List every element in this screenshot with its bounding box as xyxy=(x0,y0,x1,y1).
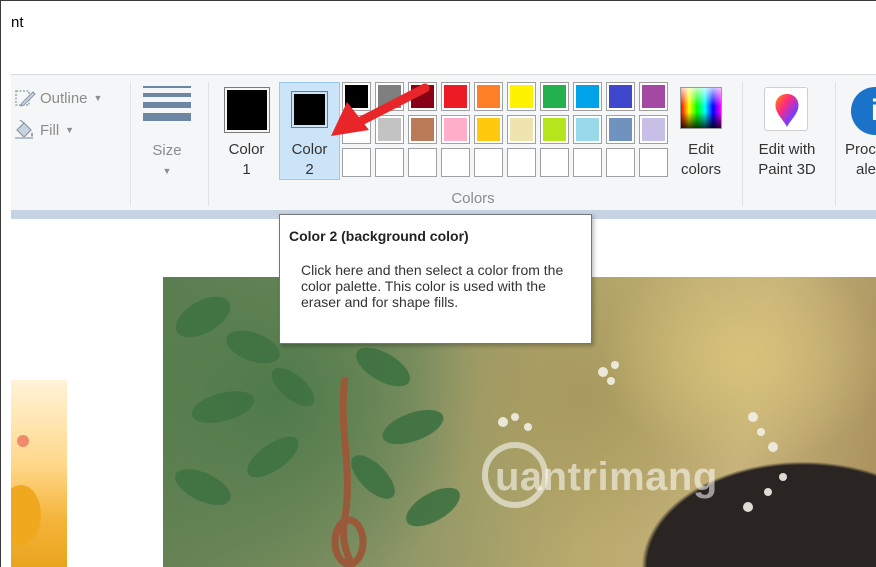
color2-label-line2: 2 xyxy=(305,161,314,178)
palette-swatch[interactable] xyxy=(540,82,569,111)
palette-swatch[interactable] xyxy=(639,148,668,177)
left-image-fragment xyxy=(11,380,67,567)
outline-dropdown-icon: ▼ xyxy=(93,93,103,103)
palette-swatch-fill xyxy=(609,118,632,141)
palette-swatch-fill xyxy=(444,85,467,108)
color1-label-line2: 1 xyxy=(242,161,251,178)
color2-fill xyxy=(294,94,325,125)
outline-label: Outline xyxy=(40,89,88,107)
palette-swatch-fill xyxy=(477,85,500,108)
palette-swatch[interactable] xyxy=(474,148,503,177)
palette-swatch[interactable] xyxy=(507,115,536,144)
palette-swatch[interactable] xyxy=(441,115,470,144)
edit-colors-line1: Edit xyxy=(688,141,714,158)
size-lines-icon xyxy=(143,86,191,126)
separator xyxy=(208,82,209,206)
color1-label-line1: Color xyxy=(228,141,265,158)
separator xyxy=(835,82,836,206)
color1-swatch xyxy=(224,87,270,133)
separator xyxy=(130,82,131,206)
color1-fill xyxy=(227,90,267,130)
palette-swatch-fill xyxy=(543,85,566,108)
color1-button[interactable]: Color 1 xyxy=(219,82,274,180)
size-label: Size xyxy=(152,142,182,159)
paint3d-line1: Edit with xyxy=(758,141,816,158)
palette-swatch[interactable] xyxy=(606,148,635,177)
palette-swatch[interactable] xyxy=(639,115,668,144)
palette-swatch[interactable] xyxy=(573,115,602,144)
palette-swatch[interactable] xyxy=(507,82,536,111)
palette-swatch-fill xyxy=(576,118,599,141)
palette-swatch[interactable] xyxy=(441,82,470,111)
outline-pencil-icon xyxy=(15,90,36,107)
palette-swatch[interactable] xyxy=(573,82,602,111)
palette-swatch[interactable] xyxy=(474,115,503,144)
tooltip-title: Color 2 (background color) xyxy=(289,228,469,244)
product-alert-line2: ale xyxy=(856,161,876,178)
palette-swatch[interactable] xyxy=(342,148,371,177)
watermark-text: uantrimang xyxy=(495,455,718,499)
palette-swatch[interactable] xyxy=(441,148,470,177)
title-bar: nt xyxy=(0,0,876,74)
fill-button[interactable]: Fill ▼ xyxy=(14,120,74,140)
color2-swatch xyxy=(291,91,328,128)
outline-button[interactable]: Outline ▼ xyxy=(14,88,102,108)
palette-swatch-fill xyxy=(543,118,566,141)
edit-colors-line2: colors xyxy=(680,161,721,178)
palette-swatch-fill xyxy=(642,85,665,108)
palette-swatch-fill xyxy=(609,85,632,108)
palette-swatch-fill xyxy=(642,118,665,141)
size-dropdown-icon: ▼ xyxy=(162,166,172,176)
fill-dropdown-icon: ▼ xyxy=(65,125,75,135)
palette-swatch[interactable] xyxy=(540,148,569,177)
palette-swatch[interactable] xyxy=(474,82,503,111)
palette-swatch[interactable] xyxy=(540,115,569,144)
palette-swatch[interactable] xyxy=(408,148,437,177)
palette-swatch[interactable] xyxy=(375,148,404,177)
color-spectrum-icon xyxy=(680,87,722,129)
annotation-arrow-icon xyxy=(331,83,430,136)
separator xyxy=(742,82,743,206)
fill-bucket-icon xyxy=(15,120,33,139)
color2-tooltip: Color 2 (background color) Click here an… xyxy=(279,214,592,344)
palette-swatch[interactable] xyxy=(606,115,635,144)
tooltip-body: Click here and then select a color from … xyxy=(301,262,564,310)
palette-swatch-fill xyxy=(510,85,533,108)
paint3d-line2: Paint 3D xyxy=(758,161,816,178)
paint3d-icon xyxy=(764,87,808,131)
product-alert-line1: Proc xyxy=(845,141,876,158)
palette-swatch[interactable] xyxy=(507,148,536,177)
palette-swatch[interactable] xyxy=(573,148,602,177)
palette-swatch-fill xyxy=(444,118,467,141)
palette-swatch-fill xyxy=(576,85,599,108)
palette-swatch-fill xyxy=(510,118,533,141)
fill-label: Fill xyxy=(40,121,60,139)
colors-group-label: Colors xyxy=(451,190,495,207)
window-title: nt xyxy=(11,14,24,31)
palette-swatch[interactable] xyxy=(606,82,635,111)
palette-swatch-fill xyxy=(477,118,500,141)
palette-swatch[interactable] xyxy=(639,82,668,111)
